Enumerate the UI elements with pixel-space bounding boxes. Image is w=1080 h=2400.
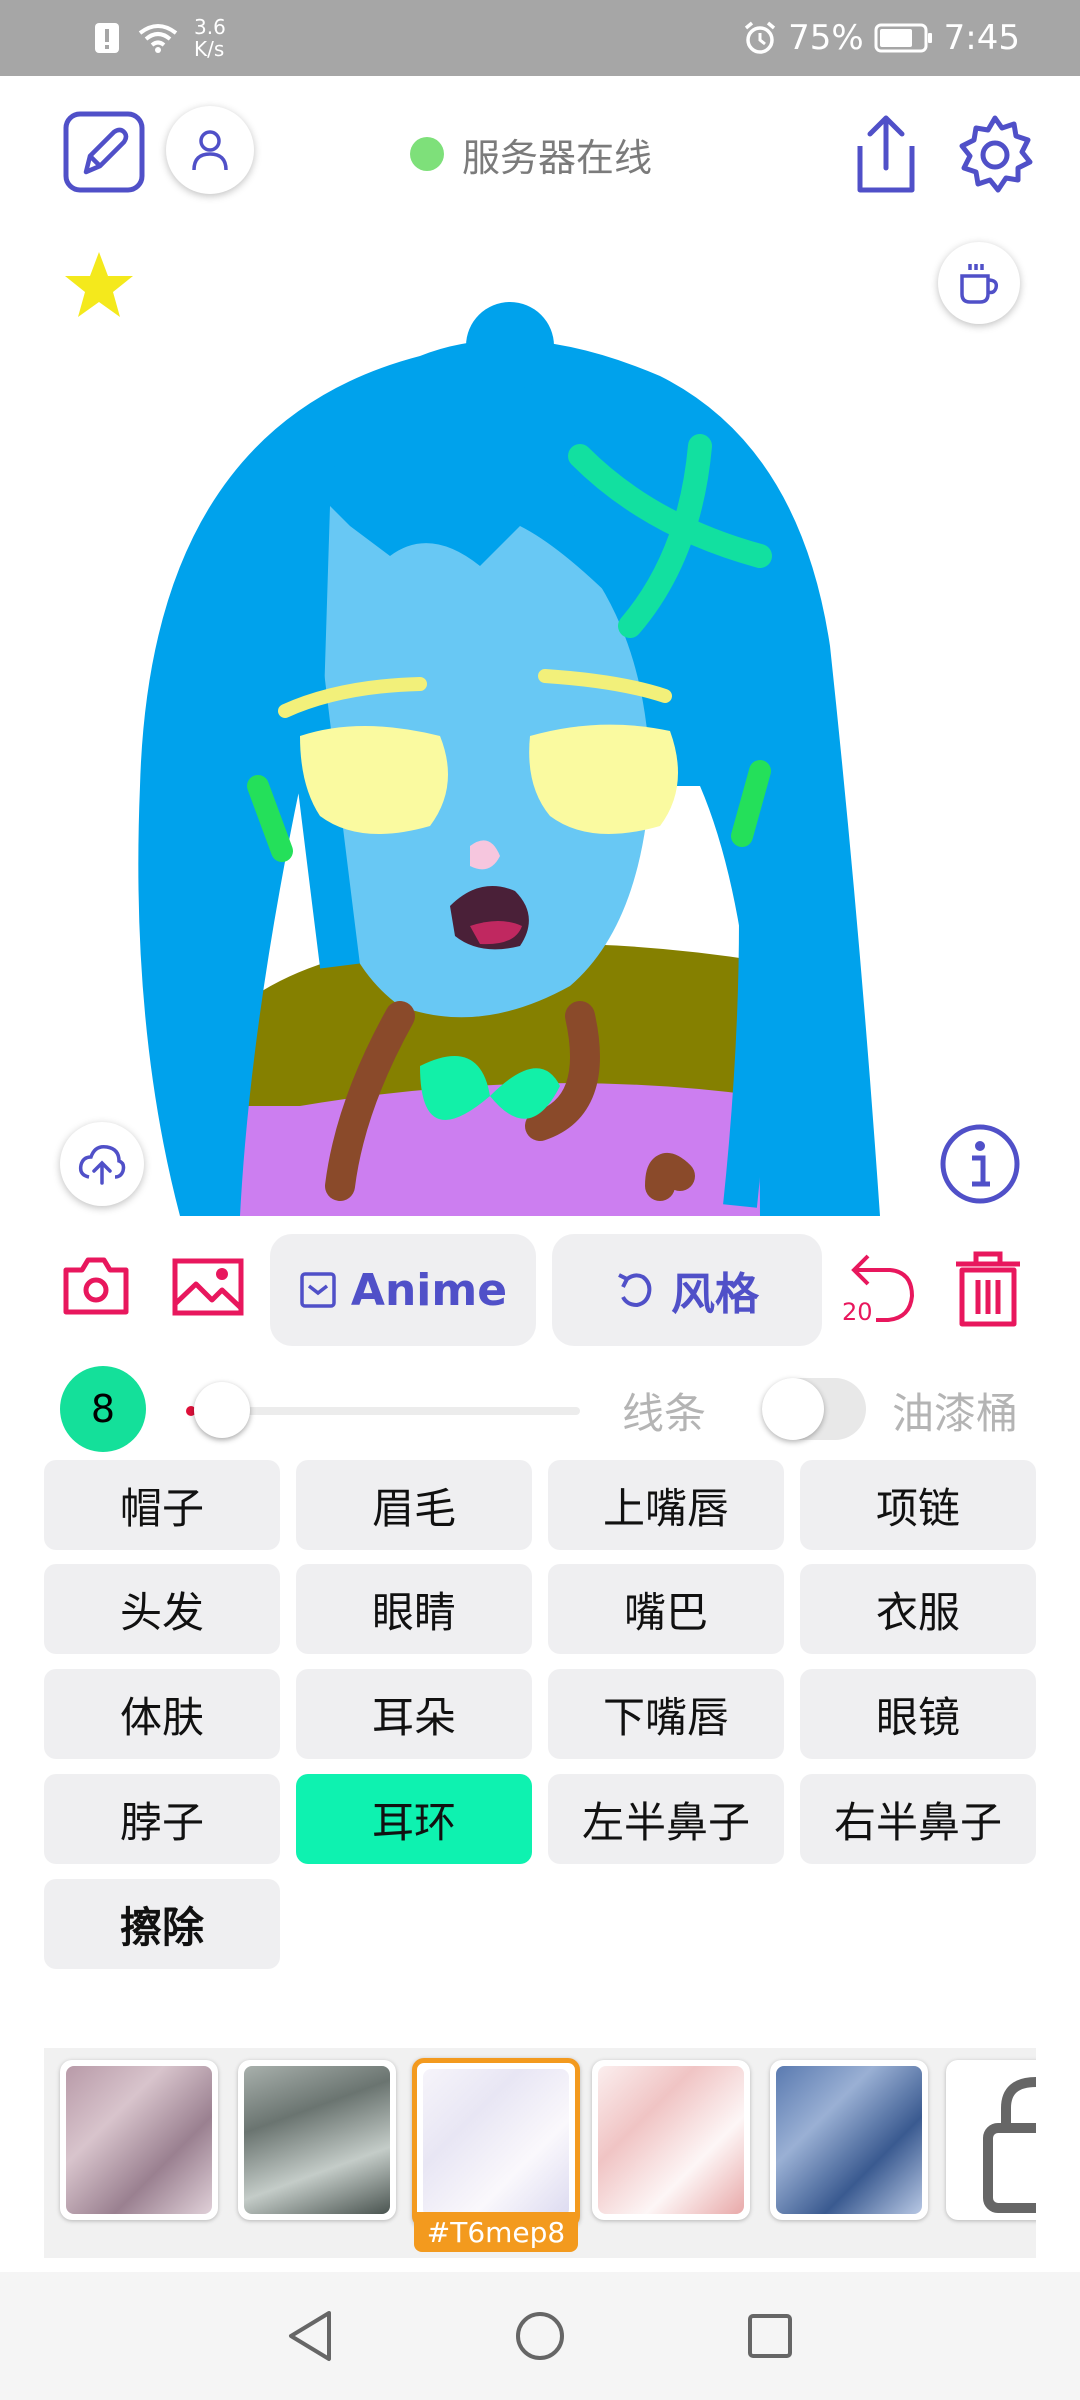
style-thumbnail[interactable] — [592, 2060, 750, 2220]
part-skin[interactable]: 体肤 — [44, 1669, 280, 1759]
info-button[interactable] — [938, 1122, 1022, 1206]
part-clothes[interactable]: 衣服 — [800, 1564, 1036, 1654]
star-icon — [65, 252, 133, 317]
share-button[interactable] — [846, 112, 926, 198]
style-button[interactable]: 风格 — [552, 1234, 822, 1346]
part-left-nose[interactable]: 左半鼻子 — [548, 1774, 784, 1864]
delete-button[interactable] — [950, 1248, 1026, 1330]
style-thumbnail[interactable] — [770, 2060, 928, 2220]
part-neck[interactable]: 脖子 — [44, 1774, 280, 1864]
clock: 7:45 — [943, 18, 1020, 58]
alarm-icon — [742, 20, 778, 56]
style-label: 风格 — [671, 1269, 759, 1320]
paint-bucket-label: 油漆桶 — [892, 1389, 1019, 1438]
lock-icon — [983, 2076, 1036, 2213]
model-anime-button[interactable]: Anime — [270, 1234, 536, 1346]
favorite-button[interactable] — [62, 248, 136, 322]
share-icon — [857, 115, 915, 193]
sketch-drawing — [138, 302, 880, 1216]
part-eyes[interactable]: 眼睛 — [296, 1564, 532, 1654]
checkbox-icon — [300, 1272, 336, 1308]
part-eyebrow[interactable]: 眉毛 — [296, 1460, 532, 1550]
info-icon — [940, 1124, 1020, 1204]
back-button[interactable] — [280, 2306, 340, 2366]
status-bar: 3.6 K/s 75% 7:45 — [0, 0, 1080, 76]
coffee-button[interactable] — [938, 242, 1020, 324]
part-glasses[interactable]: 眼镜 — [800, 1669, 1036, 1759]
camera-icon — [63, 1257, 129, 1315]
edit-icon-button[interactable] — [62, 110, 146, 194]
undo-count: 20 — [842, 1298, 873, 1326]
gallery-button[interactable] — [172, 1258, 244, 1316]
toggle-knob — [762, 1378, 824, 1440]
part-necklace[interactable]: 项链 — [800, 1460, 1036, 1550]
camera-button[interactable] — [62, 1254, 130, 1316]
slider-thumb[interactable] — [194, 1382, 250, 1438]
alert-icon — [92, 21, 122, 55]
user-icon — [192, 130, 228, 171]
part-right-nose[interactable]: 右半鼻子 — [800, 1774, 1036, 1864]
style-thumbnail[interactable] — [238, 2060, 396, 2220]
recents-square-icon — [748, 2314, 792, 2358]
selected-style-tag: #T6mep8 — [414, 2212, 578, 2252]
server-status-label: 服务器在线 — [462, 135, 653, 180]
style-thumbnail[interactable] — [60, 2060, 218, 2220]
battery-percent: 75% — [788, 18, 864, 58]
paint-bucket-toggle[interactable] — [762, 1378, 866, 1440]
part-hair[interactable]: 头发 — [44, 1564, 280, 1654]
home-circle-icon — [516, 2312, 564, 2360]
refresh-icon — [618, 1273, 652, 1308]
settings-button[interactable] — [952, 112, 1038, 198]
line-mode-label: 线条 — [622, 1389, 707, 1438]
part-lower-lip[interactable]: 下嘴唇 — [548, 1669, 784, 1759]
part-ears[interactable]: 耳朵 — [296, 1669, 532, 1759]
part-earring[interactable]: 耳环 — [296, 1774, 532, 1864]
upload-cloud-button[interactable] — [60, 1122, 144, 1206]
brush-size-indicator: 8 — [60, 1366, 146, 1452]
user-button[interactable] — [166, 106, 254, 194]
image-icon — [172, 1258, 244, 1316]
style-thumbnail-selected[interactable] — [412, 2058, 580, 2228]
home-button[interactable] — [510, 2306, 570, 2366]
style-thumbnail-locked[interactable] — [946, 2060, 1036, 2220]
part-eraser[interactable]: 擦除 — [44, 1879, 280, 1969]
system-nav-bar — [0, 2272, 1080, 2400]
gear-icon — [959, 115, 1033, 193]
part-hat[interactable]: 帽子 — [44, 1460, 280, 1550]
recents-button[interactable] — [740, 2306, 800, 2366]
battery-icon — [874, 22, 934, 54]
wifi-icon — [136, 21, 180, 55]
part-upper-lip[interactable]: 上嘴唇 — [548, 1460, 784, 1550]
cloud-upload-icon — [78, 1144, 126, 1185]
back-triangle-icon — [289, 2311, 331, 2361]
net-speed: 3.6 K/s — [194, 15, 226, 61]
model-label: Anime — [350, 1264, 508, 1316]
drawing-canvas[interactable] — [0, 226, 1080, 1216]
pencil-square-icon — [63, 111, 145, 193]
style-thumbnail-strip[interactable]: #T6mep8 — [44, 2048, 1036, 2258]
coffee-cup-icon — [960, 264, 999, 304]
part-mouth[interactable]: 嘴巴 — [548, 1564, 784, 1654]
brush-controls: 8 线条 油漆桶 — [0, 1366, 1080, 1456]
trash-icon — [956, 1251, 1020, 1327]
online-indicator — [410, 137, 444, 171]
undo-button[interactable]: 20 — [838, 1248, 918, 1328]
server-status: 服务器在线 — [410, 126, 652, 182]
